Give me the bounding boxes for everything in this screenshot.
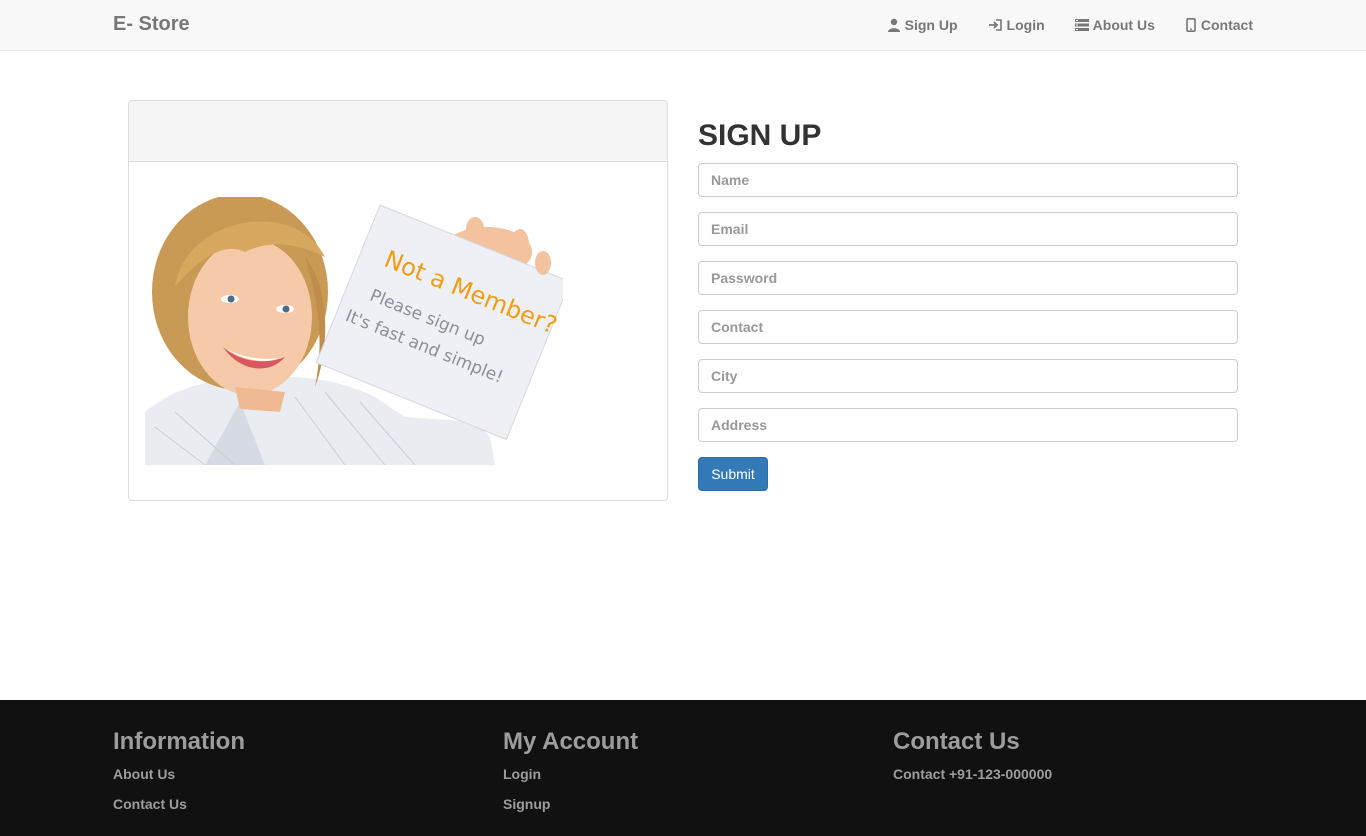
nav-signup[interactable]: Sign Up — [887, 17, 958, 33]
nav-login[interactable]: Login — [988, 17, 1045, 33]
form-title: SIGN UP — [698, 119, 822, 152]
panel-heading — [129, 101, 667, 162]
submit-button[interactable]: Submit — [698, 457, 768, 491]
footer: Information About Us Contact Us My Accou… — [0, 700, 1366, 836]
nav-menu: Sign Up Login About Us Contact — [857, 0, 1253, 50]
navbar: E- Store Sign Up Login About Us Contact — [0, 0, 1366, 51]
user-icon — [887, 18, 900, 32]
email-field[interactable] — [698, 212, 1238, 246]
promo-image: Not a Member? Please sign up It's fast a… — [145, 197, 563, 465]
password-field[interactable] — [698, 261, 1238, 295]
login-icon — [988, 19, 1002, 31]
nav-about-label: About Us — [1092, 17, 1155, 33]
footer-link-login[interactable]: Login — [503, 766, 638, 782]
nav-contact-label: Contact — [1200, 17, 1253, 33]
name-field[interactable] — [698, 163, 1238, 197]
footer-my-account: My Account Login Signup — [503, 728, 638, 826]
footer-contact-title: Contact Us — [893, 728, 1020, 755]
list-icon — [1074, 19, 1089, 31]
footer-information: Information About Us Contact Us — [113, 728, 245, 826]
footer-contact-text: Contact +91-123-000000 — [893, 766, 1053, 782]
nav-signup-label: Sign Up — [904, 17, 958, 33]
promo-panel: Not a Member? Please sign up It's fast a… — [128, 100, 668, 501]
contact-field[interactable] — [698, 310, 1238, 344]
footer-contact: Contact Us Contact +91-123-000000 — [893, 728, 1052, 796]
nav-about[interactable]: About Us — [1074, 17, 1155, 33]
address-field[interactable] — [698, 408, 1238, 442]
footer-information-title: Information — [113, 728, 245, 755]
footer-link-contact-us[interactable]: Contact Us — [113, 796, 245, 812]
footer-link-about-us[interactable]: About Us — [113, 766, 245, 782]
footer-account-title: My Account — [503, 728, 639, 755]
nav-contact[interactable]: Contact — [1185, 17, 1253, 33]
nav-login-label: Login — [1006, 17, 1045, 33]
city-field[interactable] — [698, 359, 1238, 393]
phone-icon — [1186, 18, 1196, 32]
footer-link-signup[interactable]: Signup — [503, 796, 638, 812]
brand-logo[interactable]: E- Store — [113, 13, 190, 36]
